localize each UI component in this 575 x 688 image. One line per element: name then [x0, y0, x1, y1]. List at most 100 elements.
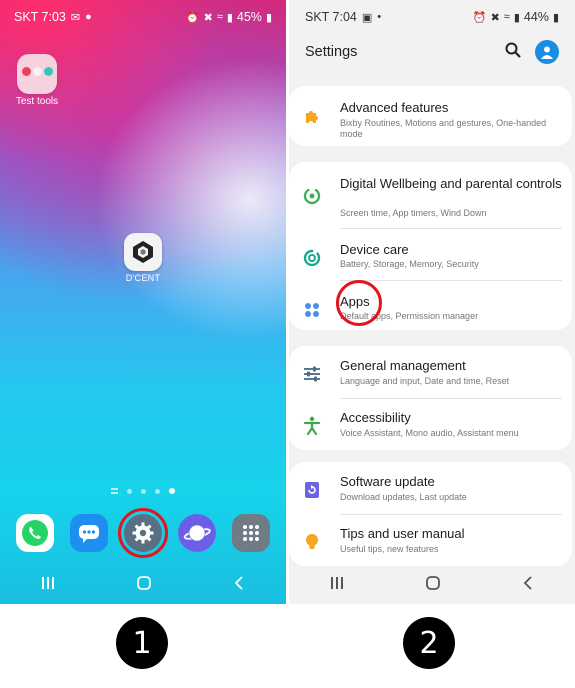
planet-icon	[183, 524, 211, 542]
alarm-icon: ⏰	[472, 11, 487, 24]
battery-level: 44%	[523, 10, 549, 24]
settings-item-title: Accessibility	[340, 410, 411, 425]
dcent-app-label: D'CENT	[125, 273, 161, 283]
page-dot	[155, 488, 160, 494]
mute-icon: ✖	[203, 11, 213, 24]
settings-item-subtitle: Useful tips, new features	[340, 544, 439, 554]
settings-screen: SKT 7:04 ▣ • ⏰ ✖ ≈ ▮ 44% ▮ Settings Adva…	[289, 0, 575, 604]
recent-apps-button[interactable]	[330, 576, 344, 595]
person-icon	[541, 46, 553, 59]
accessibility-icon	[302, 416, 322, 436]
recent-apps-button[interactable]	[41, 576, 55, 595]
nav-bar	[289, 566, 575, 604]
signal-icon: ▮	[226, 11, 233, 24]
folder-label: Test tools	[15, 96, 59, 107]
folder-app-icon	[44, 67, 53, 76]
sliders-icon	[302, 364, 322, 384]
apps-grid-icon	[302, 300, 322, 320]
dcent-app-icon[interactable]	[124, 233, 162, 271]
settings-group: Digital Wellbeing and parental controls …	[289, 162, 572, 330]
settings-item-title: Digital Wellbeing and parental controls	[340, 176, 562, 191]
apps-highlight-circle	[336, 280, 382, 326]
settings-item-subtitle: Screen time, App timers, Wind Down	[340, 208, 487, 218]
account-avatar[interactable]	[535, 40, 559, 64]
settings-group: Software update Download updates, Last u…	[289, 462, 572, 566]
folder-app-icon	[22, 67, 31, 76]
settings-item-subtitle: Language and input, Date and time, Reset	[340, 376, 510, 386]
page-indicator[interactable]	[111, 488, 175, 494]
whatsapp-app-icon[interactable]	[16, 514, 54, 552]
software-update-icon	[302, 480, 322, 500]
grid-icon	[243, 525, 259, 541]
signal-icon: ▮	[513, 11, 520, 24]
search-icon[interactable]	[505, 42, 521, 63]
divider	[340, 228, 562, 229]
wellbeing-icon	[302, 186, 322, 206]
settings-item-title: Advanced features	[340, 100, 449, 115]
wifi-icon: ≈	[503, 11, 510, 23]
settings-item-subtitle: Battery, Storage, Memory, Security	[340, 259, 479, 269]
settings-item-apps[interactable]: Apps Default apps, Permission manager	[289, 284, 572, 336]
tutorial-composite: SKT 7:03 ✉ ● ⏰ ✖ ≈ ▮ 45% ▮ Test tools D'…	[0, 0, 575, 688]
settings-item-device-care[interactable]: Device care Battery, Storage, Memory, Se…	[289, 232, 572, 284]
page-title: Settings	[305, 44, 358, 60]
carrier-time: SKT 7:04	[305, 10, 357, 24]
lightbulb-icon	[302, 532, 322, 552]
settings-item-title: General management	[340, 358, 466, 373]
settings-item-subtitle: Bixby Routines, Motions and gestures, On…	[340, 118, 547, 139]
settings-group: Advanced features Bixby Routines, Motion…	[289, 86, 572, 146]
divider	[340, 514, 562, 515]
back-button[interactable]	[522, 575, 534, 595]
settings-item-title: Device care	[340, 242, 409, 257]
device-care-icon	[302, 248, 322, 268]
battery-icon: ▮	[552, 11, 559, 24]
back-button[interactable]	[233, 575, 245, 595]
internet-app-icon[interactable]	[178, 514, 216, 552]
page-dot-active	[169, 488, 175, 494]
carrier-time: SKT 7:03	[14, 10, 66, 24]
battery-level: 45%	[236, 10, 262, 24]
status-bar: SKT 7:04 ▣ • ⏰ ✖ ≈ ▮ 44% ▮	[289, 0, 575, 34]
nav-bar	[0, 566, 286, 604]
settings-item-digital-wellbeing[interactable]: Digital Wellbeing and parental controls …	[289, 166, 572, 228]
divider	[340, 280, 562, 281]
page-dot	[127, 488, 132, 494]
settings-item-title: Tips and user manual	[340, 526, 465, 541]
dcent-logo-icon	[133, 241, 153, 263]
messages-app-icon[interactable]	[70, 514, 108, 552]
dot-icon: •	[377, 11, 382, 23]
battery-icon: ▮	[265, 11, 272, 24]
home-button[interactable]	[136, 575, 152, 596]
home-screen: SKT 7:03 ✉ ● ⏰ ✖ ≈ ▮ 45% ▮ Test tools D'…	[0, 0, 286, 604]
page-dot	[141, 488, 146, 494]
settings-item-tips[interactable]: Tips and user manual Useful tips, new fe…	[289, 516, 572, 568]
settings-group: General management Language and input, D…	[289, 346, 572, 450]
step-badge-2: 2	[403, 617, 455, 669]
alarm-icon: ⏰	[185, 11, 200, 24]
settings-item-general-management[interactable]: General management Language and input, D…	[289, 348, 572, 400]
puzzle-icon	[302, 106, 322, 126]
divider	[340, 398, 562, 399]
settings-item-subtitle: Voice Assistant, Mono audio, Assistant m…	[340, 428, 519, 438]
settings-item-title: Software update	[340, 474, 435, 489]
messages-icon	[79, 525, 99, 543]
settings-item-advanced-features[interactable]: Advanced features Bixby Routines, Motion…	[289, 90, 572, 142]
settings-item-subtitle: Download updates, Last update	[340, 492, 467, 502]
whatsapp-icon	[22, 520, 48, 546]
step-badge-1: 1	[116, 617, 168, 669]
settings-highlight-circle	[118, 508, 168, 558]
settings-item-software-update[interactable]: Software update Download updates, Last u…	[289, 464, 572, 516]
mail-icon: ✉	[70, 11, 81, 24]
test-tools-folder[interactable]	[17, 54, 57, 94]
settings-header: Settings	[289, 36, 575, 68]
wifi-icon: ≈	[216, 11, 223, 23]
mute-icon: ✖	[490, 11, 500, 24]
chat-icon: ●	[85, 11, 92, 23]
image-icon: ▣	[361, 11, 373, 24]
apps-drawer-icon[interactable]	[232, 514, 270, 552]
folder-app-icon	[33, 67, 42, 76]
page-indicator-menu	[111, 488, 118, 494]
home-button[interactable]	[425, 575, 441, 596]
status-bar: SKT 7:03 ✉ ● ⏰ ✖ ≈ ▮ 45% ▮	[0, 0, 286, 34]
settings-item-accessibility[interactable]: Accessibility Voice Assistant, Mono audi…	[289, 400, 572, 452]
